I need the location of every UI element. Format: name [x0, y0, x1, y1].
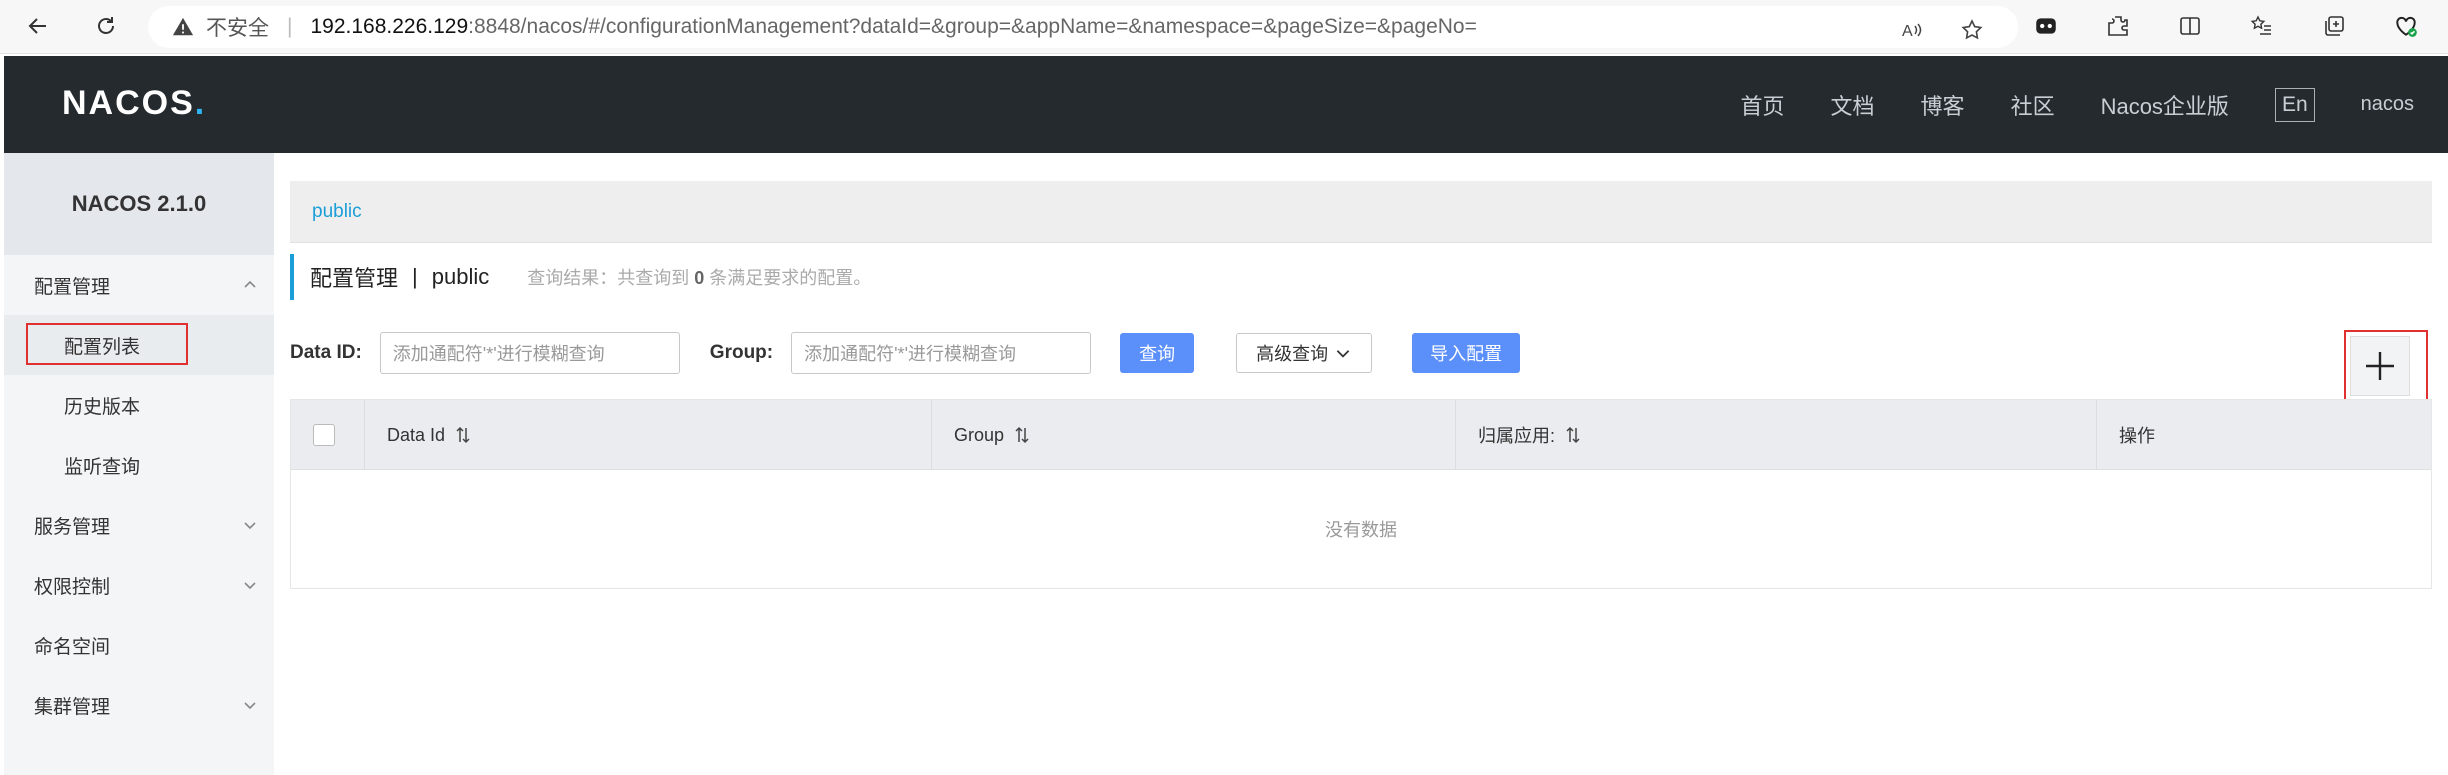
column-label: Data Id — [387, 424, 446, 445]
top-nav-bar: NACOS. 首页 文档 博客 社区 Nacos企业版 En nacos — [4, 56, 2448, 153]
url-host: 192.168.226.129 — [310, 15, 469, 38]
back-icon[interactable] — [22, 10, 54, 42]
advanced-query-label: 高级查询 — [1256, 344, 1329, 364]
sidebar-item-namespace[interactable]: 命名空间 — [4, 615, 274, 675]
sidebar-item-label: 监听查询 — [64, 456, 141, 478]
language-toggle[interactable]: En — [2274, 87, 2315, 122]
add-config-button[interactable] — [2350, 336, 2410, 396]
query-button[interactable]: 查询 — [1120, 333, 1195, 373]
import-config-button[interactable]: 导入配置 — [1412, 333, 1521, 373]
page-title: 配置管理 — [310, 266, 399, 291]
chevron-down-icon — [244, 582, 256, 590]
browser-toolbar: 不安全 | 192.168.226.129:8848/nacos/#/confi… — [0, 0, 2448, 54]
column-label: 归属应用: — [1478, 426, 1556, 446]
config-table: Data Id Group 归属应用: 操作 没有数据 — [290, 399, 2432, 589]
col-app[interactable]: 归属应用: — [1456, 400, 2097, 470]
collections-icon[interactable] — [2318, 10, 2350, 42]
extensions-icon[interactable] — [2102, 10, 2134, 42]
games-icon[interactable] — [2030, 10, 2062, 42]
url-separator: | — [287, 15, 293, 38]
sidebar-item-label: 权限控制 — [34, 576, 111, 598]
main-content: public 配置管理 | public 查询结果：共查询到 0 条满足要求的配… — [274, 153, 2448, 775]
split-screen-icon[interactable] — [2174, 10, 2206, 42]
sidebar-item-access-control[interactable]: 权限控制 — [4, 555, 274, 615]
page-header: 配置管理 | public 查询结果：共查询到 0 条满足要求的配置。 — [290, 254, 871, 300]
dataid-input[interactable]: 添加通配符'*'进行模糊查询 — [379, 332, 680, 374]
chevron-up-icon — [244, 280, 256, 288]
result-summary: 查询结果：共查询到 0 条满足要求的配置。 — [527, 268, 872, 288]
table-header: Data Id Group 归属应用: 操作 — [291, 400, 2431, 470]
insecure-label: 不安全 — [206, 17, 269, 40]
address-bar[interactable]: 不安全 | 192.168.226.129:8848/nacos/#/confi… — [148, 6, 2018, 48]
nav-community[interactable]: 社区 — [2011, 89, 2055, 121]
page-namespace: public — [431, 264, 490, 289]
svg-text:A: A — [1902, 23, 1913, 40]
favorite-star-icon[interactable] — [1956, 14, 1988, 46]
group-input[interactable]: 添加通配符'*'进行模糊查询 — [791, 332, 1092, 374]
nav-docs[interactable]: 文档 — [1831, 89, 1875, 121]
sidebar-item-label: 集群管理 — [34, 696, 111, 718]
chevron-down-icon — [244, 522, 256, 530]
nacos-logo[interactable]: NACOS. — [62, 84, 206, 123]
sidebar-item-service-management[interactable]: 服务管理 — [4, 495, 274, 555]
dataid-label: Data ID: — [290, 342, 362, 363]
refresh-icon[interactable] — [90, 10, 122, 42]
filter-bar: Data ID: 添加通配符'*'进行模糊查询 Group: 添加通配符'*'进… — [290, 331, 1521, 375]
sidebar-item-label: 命名空间 — [34, 636, 111, 658]
nav-enterprise[interactable]: Nacos企业版 — [2101, 89, 2229, 121]
sort-icon[interactable] — [1565, 426, 1581, 444]
namespace-bar: public — [290, 181, 2432, 243]
url-path: :8848/nacos/#/configurationManagement?da… — [468, 15, 1477, 38]
col-group[interactable]: Group — [932, 400, 1456, 470]
title-separator: | — [412, 264, 418, 289]
column-label: 操作 — [2119, 426, 2155, 446]
sort-icon[interactable] — [455, 426, 471, 444]
nacos-app: NACOS. 首页 文档 博客 社区 Nacos企业版 En nacos NAC… — [4, 56, 2448, 775]
user-menu[interactable]: nacos — [2361, 93, 2414, 116]
col-data-id[interactable]: Data Id — [365, 400, 932, 470]
sidebar: NACOS 2.1.0 配置管理 配置列表 历史版本 监听查询 服务管理 权限控… — [4, 153, 274, 775]
read-aloud-icon[interactable]: A — [1896, 14, 1928, 46]
chevron-down-icon — [244, 702, 256, 710]
highlight-box — [26, 323, 188, 365]
sidebar-item-cluster-management[interactable]: 集群管理 — [4, 675, 274, 735]
sidebar-item-label: 服务管理 — [34, 516, 111, 538]
chevron-down-icon — [1336, 350, 1350, 358]
empty-state: 没有数据 — [1325, 520, 1397, 540]
sidebar-item-label: 历史版本 — [64, 396, 141, 418]
sidebar-item-label: 配置管理 — [34, 276, 111, 298]
health-heart-icon[interactable] — [2390, 10, 2422, 42]
version-title: NACOS 2.1.0 — [4, 153, 274, 255]
select-all-cell — [291, 400, 365, 470]
favorites-list-icon[interactable] — [2246, 10, 2278, 42]
col-actions: 操作 — [2097, 400, 2431, 470]
select-all-checkbox[interactable] — [313, 424, 335, 446]
warning-icon[interactable] — [172, 16, 194, 38]
column-label: Group — [954, 424, 1005, 445]
sidebar-item-config-management[interactable]: 配置管理 — [4, 255, 274, 315]
sidebar-item-listener-query[interactable]: 监听查询 — [4, 435, 274, 495]
advanced-query-button[interactable]: 高级查询 — [1236, 333, 1373, 373]
nav-blog[interactable]: 博客 — [1921, 89, 1965, 121]
nav-home[interactable]: 首页 — [1741, 89, 1785, 121]
group-label: Group: — [709, 342, 774, 363]
sidebar-item-history[interactable]: 历史版本 — [4, 375, 274, 435]
plus-icon — [2366, 352, 2394, 380]
sort-icon[interactable] — [1014, 426, 1030, 444]
namespace-tab-public[interactable]: public — [312, 201, 362, 223]
